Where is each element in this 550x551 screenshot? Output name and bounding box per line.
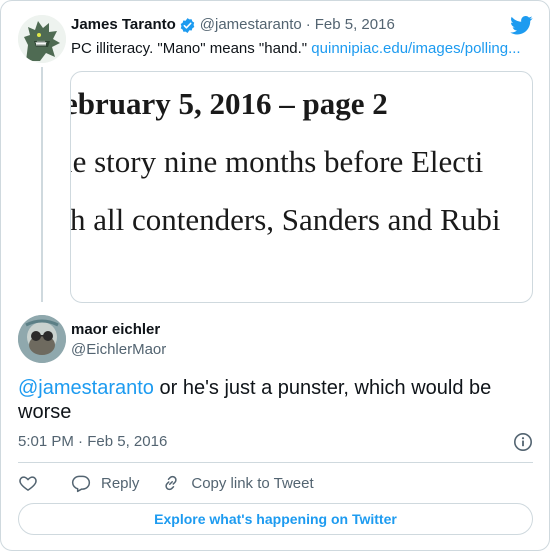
heart-icon <box>19 476 37 491</box>
date-text: Feb 5, 2016 <box>87 433 168 450</box>
author-handle[interactable]: @jamestaranto <box>200 15 302 35</box>
tweet-actions-bar: Reply Copy link to Tweet <box>18 471 314 495</box>
copy-link-button[interactable]: Copy link to Tweet <box>161 473 314 493</box>
explore-twitter-button[interactable]: Explore what's happening on Twitter <box>18 503 533 535</box>
reply-button[interactable]: Reply <box>71 473 139 493</box>
mention-link[interactable]: @jamestaranto <box>18 377 154 399</box>
media-text-line: h all contenders, Sanders and Rubi <box>70 202 501 237</box>
reply-timestamp[interactable]: 5:01 PM · Feb 5, 2016 <box>18 432 167 452</box>
reply-author-handle[interactable]: @EichlerMaor <box>71 340 166 360</box>
verified-badge-icon <box>180 17 195 33</box>
parent-tweet-text: PC illiteracy. "Mano" means "hand." quin… <box>71 39 531 59</box>
link-icon <box>165 475 177 491</box>
speech-bubble-icon <box>71 475 91 493</box>
copy-link-label: Copy link to Tweet <box>191 474 314 492</box>
info-icon[interactable] <box>513 432 533 452</box>
reply-author-name[interactable]: maor eichler <box>71 320 160 340</box>
thread-connector-line <box>41 67 43 302</box>
divider <box>18 462 533 463</box>
explore-label: Explore what's happening on Twitter <box>154 511 397 527</box>
parent-tweet-header: James Taranto @jamestaranto · Feb 5, 201… <box>71 15 395 35</box>
embedded-tweet-card: James Taranto @jamestaranto · Feb 5, 201… <box>0 0 550 551</box>
time-text: 5:01 PM <box>18 433 74 450</box>
dot-separator: · <box>78 433 84 450</box>
author-name[interactable]: James Taranto <box>71 15 176 35</box>
tweet-media-image[interactable]: ebruary 5, 2016 – page 2 le story nine m… <box>70 71 533 303</box>
tweet-body-text: PC illiteracy. "Mano" means "hand." <box>71 40 312 57</box>
dot-separator: · <box>305 16 311 33</box>
media-text-line: ebruary 5, 2016 – page 2 <box>70 86 388 121</box>
tweet-date[interactable]: Feb 5, 2016 <box>315 15 395 35</box>
reply-label: Reply <box>101 474 140 492</box>
tweet-link[interactable]: quinnipiac.edu/images/polling... <box>311 40 520 57</box>
avatar-james-taranto[interactable] <box>18 15 66 63</box>
avatar-maor-eichler[interactable] <box>18 315 66 363</box>
twitter-bird-icon[interactable] <box>510 16 533 35</box>
media-text-line: le story nine months before Electi <box>70 144 484 179</box>
like-button[interactable] <box>18 473 38 493</box>
reply-tweet-text: @jamestaranto or he's just a punster, wh… <box>18 376 538 424</box>
